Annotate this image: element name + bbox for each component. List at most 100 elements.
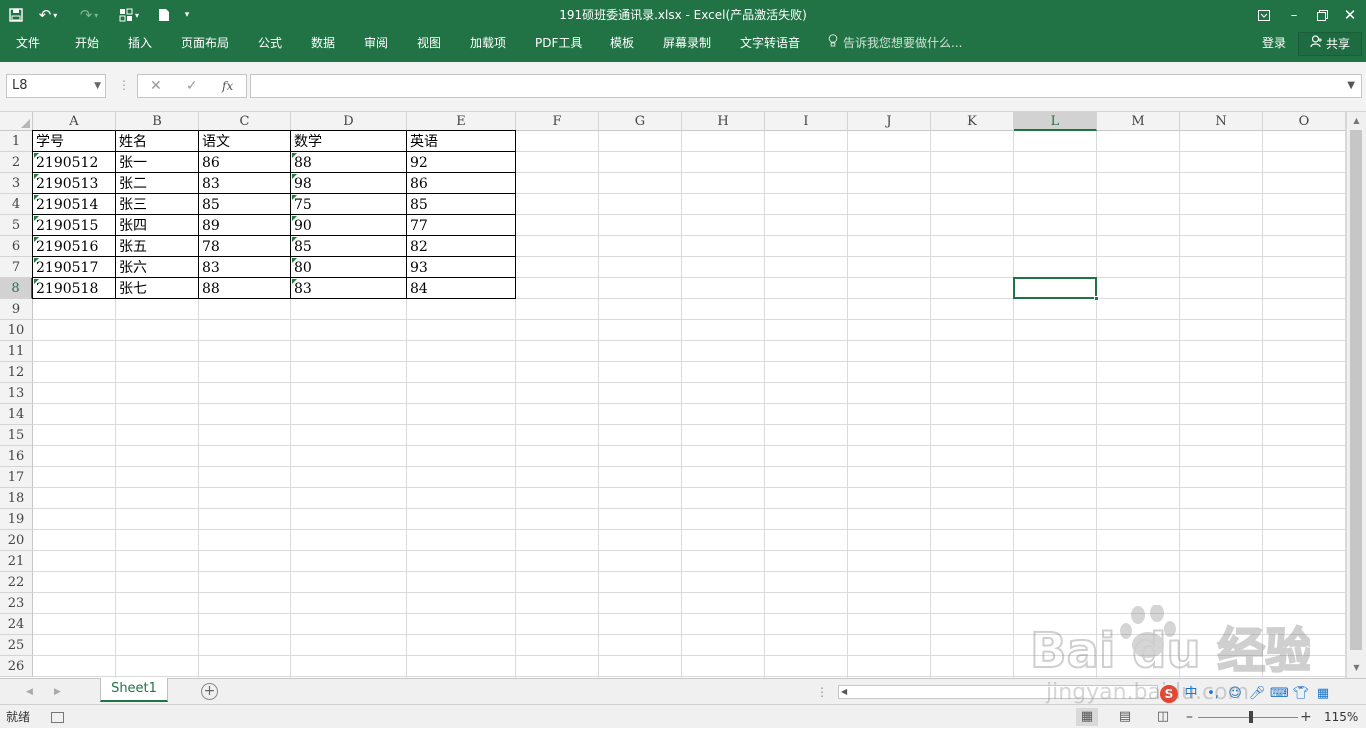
ribbon-display-icon[interactable]	[1250, 0, 1278, 30]
header-cell[interactable]: 语文	[199, 131, 291, 152]
tab-review[interactable]: 审阅	[364, 30, 388, 56]
error-indicator-icon[interactable]	[292, 258, 297, 263]
error-indicator-icon[interactable]	[34, 153, 39, 158]
error-indicator-icon[interactable]	[292, 153, 297, 158]
table-cell[interactable]: 93	[407, 257, 516, 278]
table-cell[interactable]: 89	[199, 215, 291, 236]
scroll-up-icon[interactable]: ▲	[1347, 113, 1366, 129]
tab-page-layout[interactable]: 页面布局	[181, 30, 229, 56]
sogou-logo-icon[interactable]: S	[1160, 685, 1178, 703]
table-cell[interactable]: 2190516	[33, 236, 116, 257]
column-header-k[interactable]: K	[931, 112, 1014, 131]
login-link[interactable]: 登录	[1262, 30, 1286, 56]
zoom-slider[interactable]	[1198, 717, 1298, 718]
row-header-4[interactable]: 4	[0, 194, 33, 215]
row-header-22[interactable]: 22	[0, 572, 33, 593]
sheet-tab-sheet1[interactable]: Sheet1	[100, 678, 168, 702]
add-sheet-icon[interactable]: +	[201, 683, 218, 700]
column-header-f[interactable]: F	[516, 112, 599, 131]
row-header-9[interactable]: 9	[0, 299, 33, 320]
formula-input[interactable]: ▼	[250, 74, 1362, 98]
cancel-icon[interactable]: ✕	[150, 75, 162, 97]
table-cell[interactable]: 2190518	[33, 278, 116, 299]
row-header-5[interactable]: 5	[0, 215, 33, 236]
row-header-25[interactable]: 25	[0, 635, 33, 656]
row-header-2[interactable]: 2	[0, 152, 33, 173]
row-header-14[interactable]: 14	[0, 404, 33, 425]
table-cell[interactable]: 张七	[116, 278, 199, 299]
error-indicator-icon[interactable]	[34, 279, 39, 284]
tell-me-search[interactable]: 告诉我您想要做什么...	[828, 30, 962, 56]
table-cell[interactable]: 张六	[116, 257, 199, 278]
vertical-scroll-thumb[interactable]	[1350, 130, 1362, 650]
row-header-6[interactable]: 6	[0, 236, 33, 257]
keyboard-icon[interactable]: ⌨	[1270, 685, 1289, 703]
scroll-left-icon[interactable]: ◀	[841, 686, 847, 698]
error-indicator-icon[interactable]	[292, 174, 297, 179]
column-header-i[interactable]: I	[765, 112, 848, 131]
table-cell[interactable]: 82	[407, 236, 516, 257]
scroll-down-icon[interactable]: ▼	[1347, 660, 1366, 676]
insert-function-icon[interactable]: fx	[222, 75, 233, 97]
expand-formula-icon[interactable]: ▼	[1347, 75, 1355, 97]
column-header-o[interactable]: O	[1263, 112, 1346, 131]
header-cell[interactable]: 数学	[291, 131, 407, 152]
chinese-mode-icon[interactable]: 中	[1182, 685, 1200, 703]
column-header-a[interactable]: A	[33, 112, 116, 131]
error-indicator-icon[interactable]	[34, 174, 39, 179]
error-indicator-icon[interactable]	[34, 258, 39, 263]
layout-icon[interactable]: ▾	[114, 0, 144, 30]
table-cell[interactable]: 88	[199, 278, 291, 299]
row-header-19[interactable]: 19	[0, 509, 33, 530]
header-cell[interactable]: 学号	[33, 131, 116, 152]
table-cell[interactable]: 张一	[116, 152, 199, 173]
table-cell[interactable]: 90	[291, 215, 407, 236]
fill-handle[interactable]	[1094, 296, 1099, 301]
table-cell[interactable]: 83	[199, 257, 291, 278]
microphone-icon[interactable]: 🎤︎	[1248, 685, 1266, 703]
page-layout-view-icon[interactable]: ▤	[1114, 708, 1136, 726]
new-file-icon[interactable]	[154, 0, 174, 30]
tab-addins[interactable]: 加载项	[470, 30, 506, 56]
row-header-23[interactable]: 23	[0, 593, 33, 614]
column-header-j[interactable]: J	[848, 112, 931, 131]
horizontal-scrollbar[interactable]: ◀	[838, 685, 1158, 699]
tab-file[interactable]: 文件	[16, 30, 40, 56]
table-cell[interactable]: 张二	[116, 173, 199, 194]
table-cell[interactable]: 张三	[116, 194, 199, 215]
row-header-7[interactable]: 7	[0, 257, 33, 278]
header-cell[interactable]: 姓名	[116, 131, 199, 152]
table-cell[interactable]: 83	[199, 173, 291, 194]
table-cell[interactable]: 80	[291, 257, 407, 278]
tab-text-to-speech[interactable]: 文字转语音	[740, 30, 800, 56]
table-cell[interactable]: 2190513	[33, 173, 116, 194]
table-cell[interactable]: 2190512	[33, 152, 116, 173]
tab-templates[interactable]: 模板	[610, 30, 634, 56]
undo-icon[interactable]: ↶ ▾	[33, 0, 63, 30]
row-header-16[interactable]: 16	[0, 446, 33, 467]
column-header-h[interactable]: H	[682, 112, 765, 131]
table-cell[interactable]: 85	[291, 236, 407, 257]
redo-icon[interactable]: ↷ ▾	[74, 0, 104, 30]
table-cell[interactable]: 92	[407, 152, 516, 173]
error-indicator-icon[interactable]	[34, 216, 39, 221]
row-header-17[interactable]: 17	[0, 467, 33, 488]
customize-toolbar-icon[interactable]: ▾	[180, 0, 194, 30]
name-box[interactable]: L8 ▼	[6, 74, 106, 98]
error-indicator-icon[interactable]	[34, 195, 39, 200]
tab-formulas[interactable]: 公式	[258, 30, 282, 56]
row-header-20[interactable]: 20	[0, 530, 33, 551]
column-header-l[interactable]: L	[1014, 112, 1097, 131]
tab-split-handle-icon[interactable]: ⋮	[816, 679, 828, 705]
vertical-scrollbar[interactable]: ▲ ▼	[1346, 112, 1366, 678]
tab-screen-record[interactable]: 屏幕录制	[663, 30, 711, 56]
table-cell[interactable]: 77	[407, 215, 516, 236]
share-button[interactable]: 共享	[1298, 32, 1362, 56]
table-cell[interactable]: 88	[291, 152, 407, 173]
close-icon[interactable]: ✕	[1336, 0, 1364, 30]
tab-home[interactable]: 开始	[75, 30, 99, 56]
restore-icon[interactable]	[1308, 0, 1336, 30]
row-header-15[interactable]: 15	[0, 425, 33, 446]
table-cell[interactable]: 98	[291, 173, 407, 194]
normal-view-icon[interactable]: ▦	[1076, 708, 1098, 726]
